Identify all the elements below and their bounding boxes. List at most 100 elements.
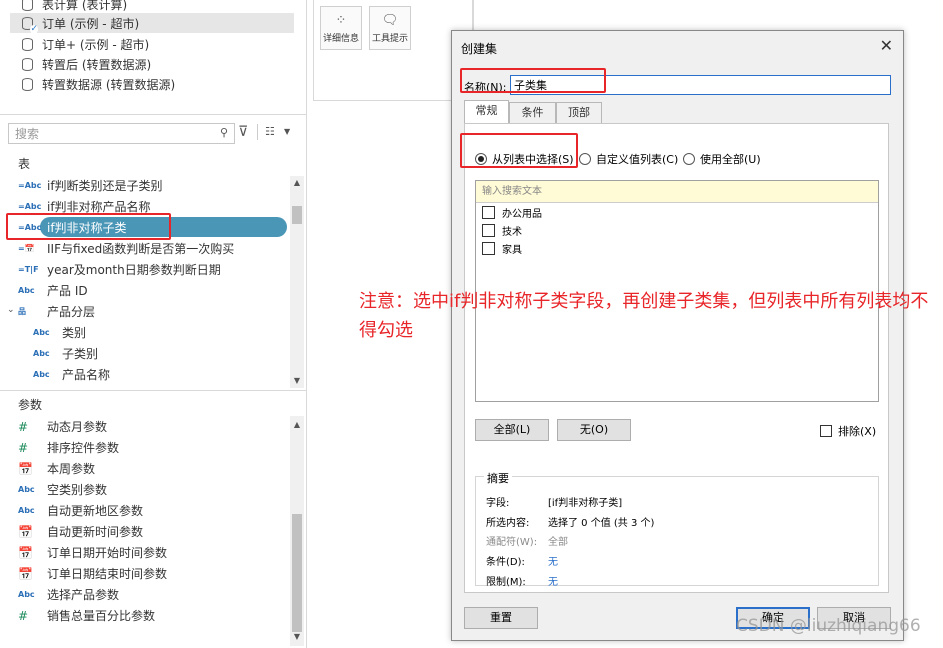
list-search-input[interactable]: 输入搜索文本 bbox=[476, 181, 878, 203]
calendar-icon: 📅 bbox=[18, 461, 33, 476]
datasource-label: 转置数据源 (转置数据源) bbox=[42, 77, 176, 92]
string-icon: Abc bbox=[18, 506, 35, 515]
database-icon bbox=[22, 0, 33, 11]
exclude-checkbox[interactable]: 排除(X) bbox=[820, 423, 876, 439]
datasource-label: 订单 (示例 - 超市) bbox=[42, 16, 140, 31]
param-item[interactable]: 📅 本周参数 bbox=[18, 458, 95, 479]
param-item[interactable]: Abc 自动更新地区参数 bbox=[18, 500, 143, 521]
radio-use-all[interactable]: 使用全部(U) bbox=[683, 151, 761, 167]
param-item[interactable]: Abc 选择产品参数 bbox=[18, 584, 119, 605]
radio-icon bbox=[579, 153, 591, 165]
tooltip-label: 工具提示 bbox=[371, 34, 408, 44]
string-icon: Abc bbox=[18, 485, 35, 494]
database-icon bbox=[22, 57, 33, 71]
param-label: 空类别参数 bbox=[47, 483, 108, 497]
calendar-icon: 📅 bbox=[18, 566, 33, 581]
summary-selected-label: 所选内容: bbox=[486, 518, 530, 529]
params-scrollbar[interactable] bbox=[290, 416, 304, 646]
string-icon: Abc bbox=[18, 590, 35, 599]
summary-wildcard-label: 通配符(W): bbox=[486, 537, 538, 548]
hierarchy-item[interactable]: 品 产品分层 bbox=[18, 301, 95, 322]
param-item[interactable]: 📅 订单日期开始时间参数 bbox=[18, 542, 167, 563]
field-item[interactable]: Abc 产品 ID bbox=[18, 280, 88, 301]
detail-dots-icon: ⁘ bbox=[335, 13, 347, 28]
param-label: 订单日期结束时间参数 bbox=[47, 567, 168, 581]
param-label: 本周参数 bbox=[47, 462, 96, 476]
tab-general[interactable]: 常规 bbox=[464, 100, 509, 124]
field-label: 类别 bbox=[62, 326, 87, 340]
param-item[interactable]: # 动态月参数 bbox=[18, 416, 107, 437]
tab-top[interactable]: 顶部 bbox=[556, 102, 602, 123]
datasource-label: 订单+ (示例 - 超市) bbox=[42, 37, 150, 52]
close-icon[interactable]: ✕ bbox=[880, 36, 893, 55]
filter-icon[interactable]: ⊽ bbox=[238, 124, 248, 140]
select-all-button[interactable]: 全部(L) bbox=[475, 419, 549, 441]
checkbox[interactable] bbox=[482, 224, 495, 237]
summary-condition-link[interactable]: 无 bbox=[548, 553, 558, 568]
divider bbox=[473, 0, 474, 30]
select-none-button[interactable]: 无(O) bbox=[557, 419, 631, 441]
param-label: 自动更新时间参数 bbox=[47, 525, 144, 539]
watermark: CSDN @liuzhiqiang66 bbox=[736, 616, 921, 636]
checkbox[interactable] bbox=[482, 242, 495, 255]
tab-condition[interactable]: 条件 bbox=[509, 102, 556, 123]
datasource-label: 表计算 (表计算) bbox=[42, 0, 128, 12]
chevron-down-icon[interactable]: ▼ bbox=[284, 127, 290, 136]
list-item[interactable]: 技术 bbox=[482, 223, 522, 238]
scroll-down-icon[interactable]: ▼ bbox=[291, 376, 303, 385]
param-item[interactable]: # 销售总量百分比参数 bbox=[18, 605, 155, 626]
tooltip-button[interactable]: 🗨 工具提示 bbox=[369, 6, 411, 50]
list-item[interactable]: 家具 bbox=[482, 241, 522, 256]
expand-chevron-icon[interactable]: ⌄ bbox=[7, 305, 15, 315]
list-item-label: 办公用品 bbox=[502, 209, 542, 220]
datasource-item[interactable]: 转置数据源 (转置数据源) bbox=[22, 74, 175, 94]
datasource-item[interactable]: 转置后 (转置数据源) bbox=[22, 54, 151, 74]
calc-date-icon: =📅 bbox=[18, 244, 35, 253]
summary-field-label: 字段: bbox=[486, 498, 510, 509]
param-label: 动态月参数 bbox=[47, 420, 108, 434]
detail-label: 详细信息 bbox=[322, 34, 359, 44]
detail-button[interactable]: ⁘ 详细信息 bbox=[320, 6, 362, 50]
summary-wildcard-value: 全部 bbox=[548, 537, 568, 548]
field-item[interactable]: =📅 IIF与fixed函数判断是否第一次购买 bbox=[18, 238, 234, 259]
calc-string-icon: =Abc bbox=[18, 202, 42, 211]
field-item[interactable]: Abc 类别 bbox=[33, 322, 86, 343]
calc-boolean-icon: =T|F bbox=[18, 265, 39, 274]
radio-custom-list[interactable]: 自定义值列表(C) bbox=[579, 151, 678, 167]
string-icon: Abc bbox=[33, 370, 50, 379]
scroll-down-icon[interactable]: ▼ bbox=[291, 632, 303, 641]
field-item[interactable]: Abc 产品名称 bbox=[33, 364, 110, 385]
field-label: IIF与fixed函数判断是否第一次购买 bbox=[47, 242, 235, 256]
reset-button[interactable]: 重置 bbox=[464, 607, 538, 629]
field-item[interactable]: Abc 子类别 bbox=[33, 343, 98, 364]
scroll-up-icon[interactable]: ▲ bbox=[291, 178, 303, 187]
search-icon: ⚲ bbox=[219, 126, 228, 139]
number-icon: # bbox=[18, 440, 29, 455]
param-item[interactable]: 📅 订单日期结束时间参数 bbox=[18, 563, 167, 584]
param-item[interactable]: # 排序控件参数 bbox=[18, 437, 119, 458]
search-input[interactable]: 搜索 ⚲ bbox=[8, 123, 235, 144]
datasource-item[interactable]: 订单+ (示例 - 超市) bbox=[22, 34, 149, 54]
string-icon: Abc bbox=[33, 349, 50, 358]
field-item[interactable]: =T|F year及month日期参数判断日期 bbox=[18, 259, 221, 280]
tables-scrollbar[interactable] bbox=[290, 176, 304, 388]
toolbar-separator bbox=[257, 124, 258, 140]
list-item[interactable]: 办公用品 bbox=[482, 205, 542, 220]
calc-string-icon: =Abc bbox=[18, 181, 42, 190]
view-options-icon[interactable]: ☷ bbox=[265, 125, 275, 138]
summary-field-value: [if判非对称子类] bbox=[548, 498, 623, 509]
list-item-label: 家具 bbox=[502, 245, 522, 256]
general-tab-panel: 从列表中选择(S) 自定义值列表(C) 使用全部(U) 输入搜索文本 办公用品 … bbox=[464, 123, 889, 593]
scroll-up-icon[interactable]: ▲ bbox=[291, 420, 303, 429]
summary-limit-link[interactable]: 无 bbox=[548, 573, 558, 588]
list-item-label: 技术 bbox=[502, 227, 522, 238]
annotation-note: 注意：选中if判非对称子类字段，再创建子类集，但列表中所有列表均不得勾选 bbox=[359, 291, 929, 341]
param-item[interactable]: 📅 自动更新时间参数 bbox=[18, 521, 143, 542]
highlight-box-field bbox=[6, 213, 171, 240]
param-item[interactable]: Abc 空类别参数 bbox=[18, 479, 107, 500]
field-item[interactable]: =Abc if判断类别还是子类别 bbox=[18, 175, 163, 196]
divider bbox=[0, 390, 307, 391]
checkbox[interactable] bbox=[482, 206, 495, 219]
datasource-item-selected[interactable]: 订单 (示例 - 超市) bbox=[10, 13, 294, 34]
datasource-item[interactable]: 表计算 (表计算) bbox=[22, 0, 127, 14]
